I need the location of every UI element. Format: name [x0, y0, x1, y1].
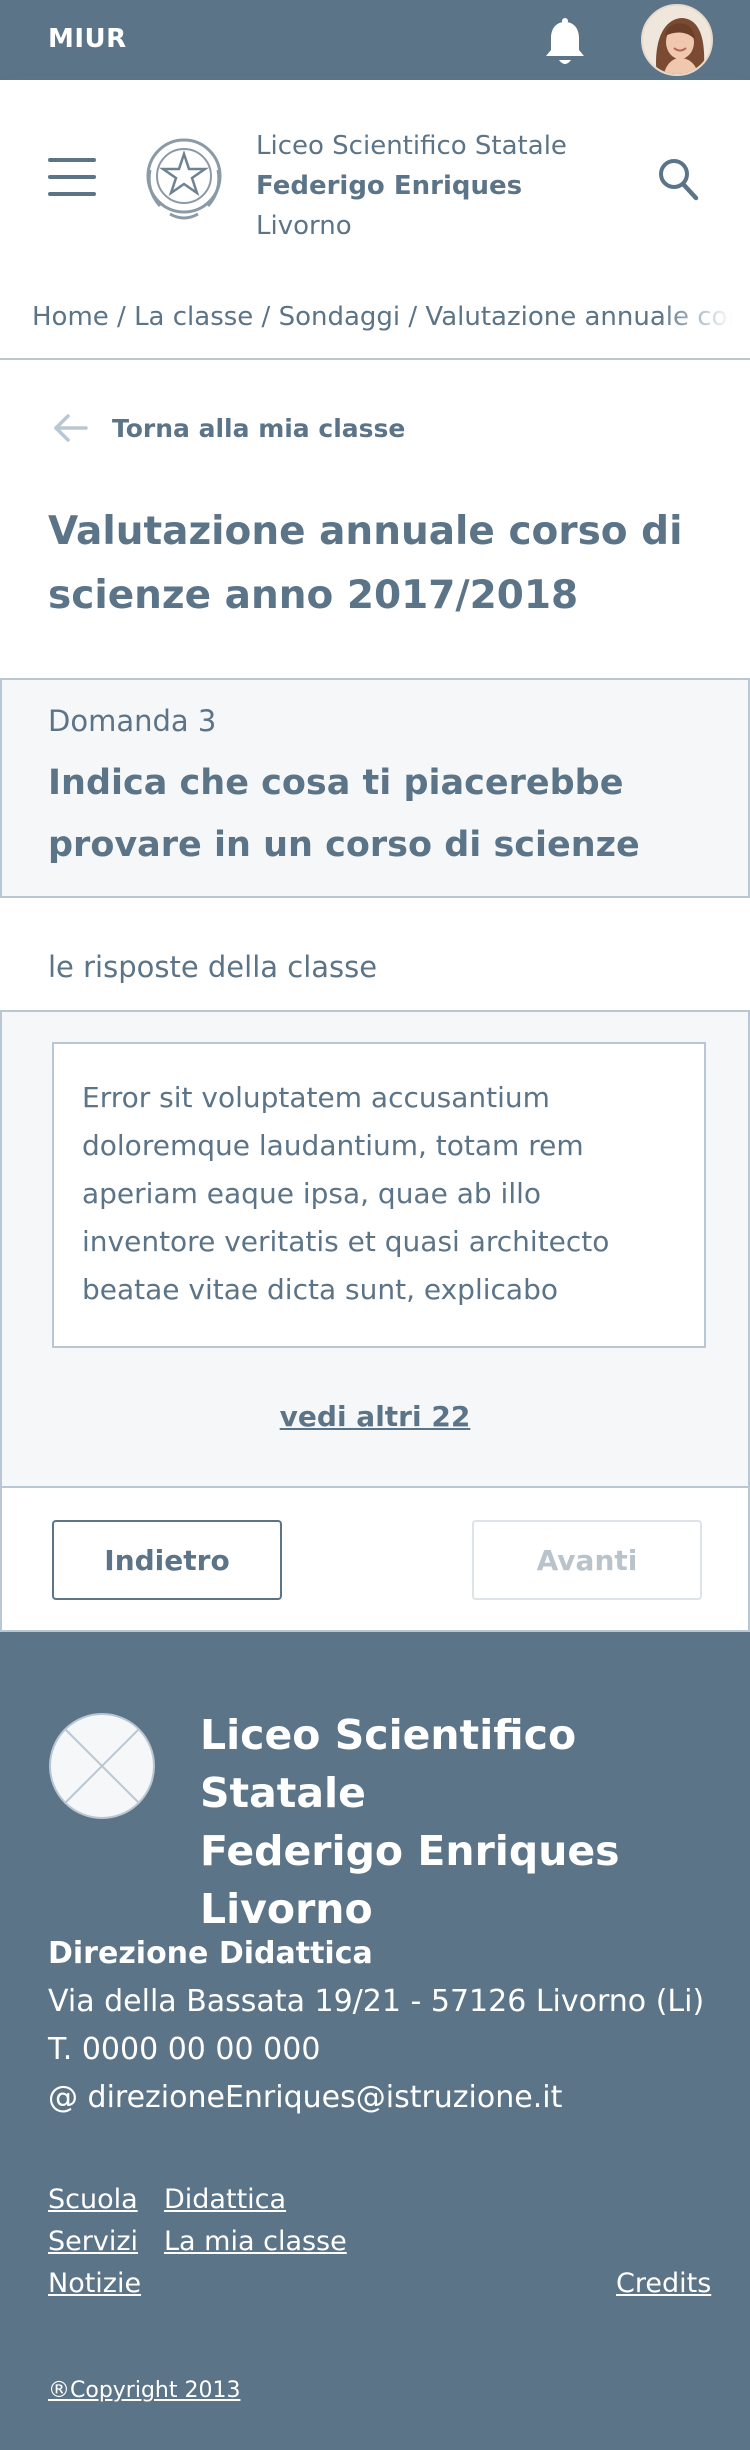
back-link-label: Torna alla mia classe: [112, 414, 406, 443]
breadcrumb-fade: [660, 280, 750, 358]
school-name-line2: Federigo Enriques: [256, 171, 523, 201]
question-text: Indica che cosa ti piacerebbe provare in…: [48, 763, 640, 865]
question-number: Domanda 3: [48, 704, 217, 738]
footer-link-la-mia-classe[interactable]: La mia classe: [164, 2226, 347, 2257]
avatar[interactable]: [641, 4, 713, 76]
hamburger-menu-icon[interactable]: [48, 158, 96, 196]
footer-link-servizi[interactable]: Servizi: [48, 2226, 138, 2257]
miur-brand[interactable]: MIUR: [48, 24, 127, 54]
footer-link-didattica[interactable]: Didattica: [164, 2184, 286, 2215]
contact-heading: Direzione Didattica: [48, 1936, 373, 1971]
school-name-line1: Liceo Scientifico Statale: [256, 131, 567, 161]
answer-card: Error sit voluptatem accusantium dolorem…: [52, 1042, 706, 1348]
bell-icon[interactable]: [540, 16, 590, 70]
prev-button[interactable]: Indietro: [52, 1520, 282, 1600]
footer-link-notizie[interactable]: Notizie: [48, 2268, 141, 2299]
emblem-logo: [146, 138, 222, 220]
site-footer: Liceo Scientifico Statale Federigo Enriq…: [0, 1632, 750, 2450]
footer-link-scuola[interactable]: Scuola: [48, 2184, 138, 2215]
placeholder-logo: [49, 1713, 155, 1819]
question-navigation: Indietro Avanti: [0, 1488, 750, 1632]
footer-contacts: Direzione Didattica Via della Bassata 19…: [48, 1930, 728, 2122]
school-name[interactable]: Liceo Scientifico Statale Federigo Enriq…: [256, 126, 567, 246]
top-bar: MIUR: [0, 0, 750, 80]
show-more-link[interactable]: vedi altri 22: [2, 1400, 748, 1433]
arrow-left-icon: [54, 414, 88, 442]
breadcrumb: Home / La classe / Sondaggi / Valutazion…: [0, 280, 750, 360]
next-button[interactable]: Avanti: [472, 1520, 702, 1600]
footer-school-name: Liceo Scientifico Statale Federigo Enriq…: [200, 1706, 720, 1938]
question-box: Domanda 3 Indica che cosa ti piacerebbe …: [0, 678, 750, 898]
answers-label: le risposte della classe: [48, 950, 378, 984]
avatar-portrait-icon: [643, 6, 711, 74]
copyright[interactable]: ®Copyright 2013: [48, 2378, 240, 2403]
site-header: Liceo Scientifico Statale Federigo Enriq…: [0, 80, 750, 280]
footer-school-line2: Federigo Enriques: [200, 1827, 620, 1875]
breadcrumb-trail[interactable]: Home / La classe / Sondaggi / Valutazion…: [32, 302, 750, 332]
school-name-line3: Livorno: [256, 211, 352, 241]
answers-panel: Error sit voluptatem accusantium dolorem…: [0, 1010, 750, 1488]
answer-text: Error sit voluptatem accusantium dolorem…: [82, 1081, 610, 1306]
phone[interactable]: T. 0000 00 00 000: [48, 2026, 728, 2074]
email[interactable]: @ direzioneEnriques@istruzione.it: [48, 2074, 728, 2122]
footer-school-line1: Liceo Scientifico Statale: [200, 1711, 577, 1817]
search-icon[interactable]: [656, 156, 700, 202]
page-title: Valutazione annuale corso di scienze ann…: [48, 509, 683, 618]
footer-link-credits[interactable]: Credits: [616, 2268, 711, 2299]
address: Via della Bassata 19/21 - 57126 Livorno …: [48, 1984, 705, 2019]
